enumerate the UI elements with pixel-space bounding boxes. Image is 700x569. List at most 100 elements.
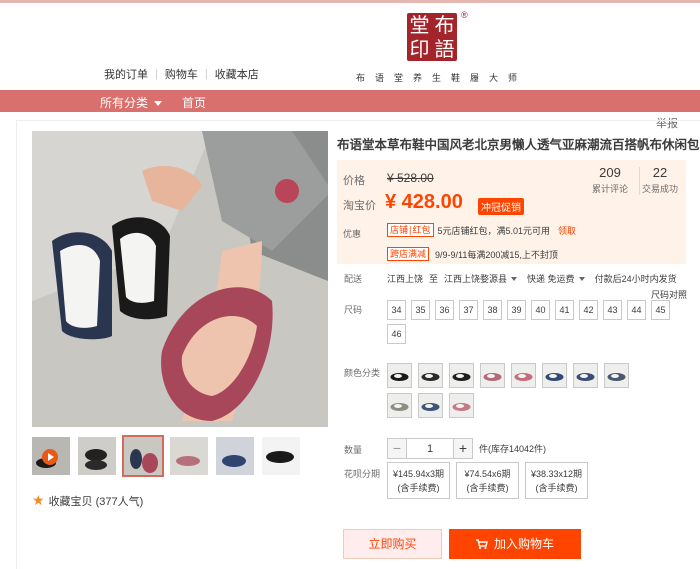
quantity-decrement-button[interactable]: − xyxy=(387,438,407,459)
size-option[interactable]: 36 xyxy=(435,300,454,320)
size-option[interactable]: 35 xyxy=(411,300,430,320)
shoe-swatch-image xyxy=(543,364,566,387)
installment-option[interactable]: ¥145.94x3期 (含手续费) xyxy=(387,462,450,499)
main-product-image[interactable] xyxy=(32,131,328,427)
favorite-item-button[interactable]: ★ 收藏宝贝 (377人气) xyxy=(32,492,143,509)
brand-slogan: 布语堂养生鞋履大师 xyxy=(356,73,528,83)
coupon-row: 店铺∣红包 5元店铺红包，满5.01元可用 领取 xyxy=(387,223,576,237)
ship-method-dropdown[interactable]: 快递 免运费 xyxy=(527,272,585,285)
thumbnail-item[interactable] xyxy=(78,437,116,475)
cart-link[interactable]: 购物车 xyxy=(158,66,205,82)
size-option[interactable]: 42 xyxy=(579,300,598,320)
deals-count: 22 xyxy=(652,165,668,180)
home-nav-link[interactable]: 首页 xyxy=(182,94,206,111)
color-options xyxy=(387,363,657,418)
installment-amount: ¥74.54x6期 xyxy=(464,469,511,479)
size-option[interactable]: 46 xyxy=(387,324,406,344)
review-stat[interactable]: 209 累计评论 xyxy=(590,165,640,195)
color-swatch[interactable] xyxy=(387,393,412,418)
thumb-image xyxy=(170,437,208,475)
review-count: 209 xyxy=(599,165,621,180)
favorite-label: 收藏宝贝 xyxy=(48,495,93,508)
size-option[interactable]: 45 xyxy=(651,300,670,320)
shoe-swatch-image xyxy=(419,394,442,417)
shoe-photo xyxy=(32,131,328,427)
logo-char: 語 xyxy=(434,37,455,61)
shipping-label: 配送 xyxy=(344,274,363,284)
shoe-swatch-image xyxy=(481,364,504,387)
quantity-label: 数量 xyxy=(344,445,363,455)
favorite-shop-link[interactable]: 收藏本店 xyxy=(208,66,266,82)
color-swatch[interactable] xyxy=(511,363,536,388)
ship-to-dropdown[interactable]: 江西上饶婺源县 xyxy=(444,272,518,285)
taobao-price-label: 淘宝价 xyxy=(343,200,376,212)
thumbnail-item-selected[interactable] xyxy=(122,435,164,477)
color-swatch[interactable] xyxy=(449,363,474,388)
shop-nav-bar: 所有分类 首页 xyxy=(0,90,700,112)
thumbnail-video[interactable] xyxy=(32,437,70,475)
current-price: ¥ 428.00 xyxy=(385,191,463,213)
brand-logo[interactable]: 堂 布 印 語 xyxy=(407,13,457,61)
offer-label: 优惠 xyxy=(343,229,362,239)
play-icon xyxy=(42,449,58,465)
ship-from: 江西上饶 xyxy=(387,274,424,284)
favorite-count: (377人气) xyxy=(95,495,144,508)
size-option[interactable]: 34 xyxy=(387,300,406,320)
size-option[interactable]: 44 xyxy=(627,300,646,320)
thumb-image xyxy=(262,437,300,475)
size-option[interactable]: 43 xyxy=(603,300,622,320)
deals-label: 交易成功 xyxy=(641,184,678,194)
shoe-swatch-image xyxy=(388,364,411,387)
size-option[interactable]: 40 xyxy=(531,300,550,320)
get-coupon-link[interactable]: 领取 xyxy=(558,224,576,237)
installment-option[interactable]: ¥74.54x6期 (含手续费) xyxy=(456,462,519,499)
size-options: 34 35 36 37 38 39 40 41 42 43 44 45 46 xyxy=(387,300,677,344)
divider xyxy=(16,120,17,569)
color-swatch[interactable] xyxy=(449,393,474,418)
installment-amount: ¥38.33x12期 xyxy=(530,469,583,479)
color-label: 颜色分类 xyxy=(344,368,381,378)
cart-icon xyxy=(475,539,488,549)
color-swatch[interactable] xyxy=(542,363,567,388)
color-swatch[interactable] xyxy=(573,363,598,388)
divider xyxy=(16,120,700,121)
stock-text: 件(库存14042件) xyxy=(479,444,547,454)
installment-options: ¥145.94x3期 (含手续费) ¥74.54x6期 (含手续费) ¥38.3… xyxy=(387,462,588,499)
thumbnail-item[interactable] xyxy=(262,437,300,475)
all-categories-menu[interactable]: 所有分类 xyxy=(100,94,163,111)
size-option[interactable]: 37 xyxy=(459,300,478,320)
shoe-swatch-image xyxy=(605,364,628,387)
shoe-swatch-image xyxy=(388,394,411,417)
installment-amount: ¥145.94x3期 xyxy=(392,469,445,479)
ship-to-value: 江西上饶婺源县 xyxy=(444,274,508,284)
ship-note: 付款后24小时内发货 xyxy=(594,274,677,284)
thumb-image xyxy=(78,437,116,475)
quantity-input[interactable] xyxy=(407,438,453,459)
thumbnail-item[interactable] xyxy=(216,437,254,475)
logo-char: 布 xyxy=(434,13,455,37)
thumbnail-strip xyxy=(32,435,300,477)
quantity-increment-button[interactable]: + xyxy=(453,438,473,459)
thumb-image xyxy=(124,437,162,475)
shoe-swatch-image xyxy=(512,364,535,387)
installment-option[interactable]: ¥38.33x12期 (含手续费) xyxy=(525,462,588,499)
cross-store-tag: 跨店满减 xyxy=(387,247,430,261)
add-to-cart-button[interactable]: 加入购物车 xyxy=(449,529,581,559)
caret-down-icon xyxy=(154,101,163,107)
color-swatch[interactable] xyxy=(418,363,443,388)
color-swatch[interactable] xyxy=(418,393,443,418)
color-swatch[interactable] xyxy=(604,363,629,388)
shoe-swatch-image xyxy=(450,364,473,387)
size-option[interactable]: 39 xyxy=(507,300,526,320)
size-option[interactable]: 38 xyxy=(483,300,502,320)
add-to-cart-label: 加入购物车 xyxy=(493,537,554,551)
color-swatch[interactable] xyxy=(387,363,412,388)
original-price: ¥ 528.00 xyxy=(387,171,434,185)
promo-badge: 冲冠促销 xyxy=(478,198,524,215)
buy-now-button[interactable]: 立即购买 xyxy=(343,529,442,559)
report-link[interactable]: 举报 xyxy=(656,115,678,131)
thumbnail-item[interactable] xyxy=(170,437,208,475)
size-option[interactable]: 41 xyxy=(555,300,574,320)
my-orders-link[interactable]: 我的订单 xyxy=(104,66,155,82)
color-swatch[interactable] xyxy=(480,363,505,388)
